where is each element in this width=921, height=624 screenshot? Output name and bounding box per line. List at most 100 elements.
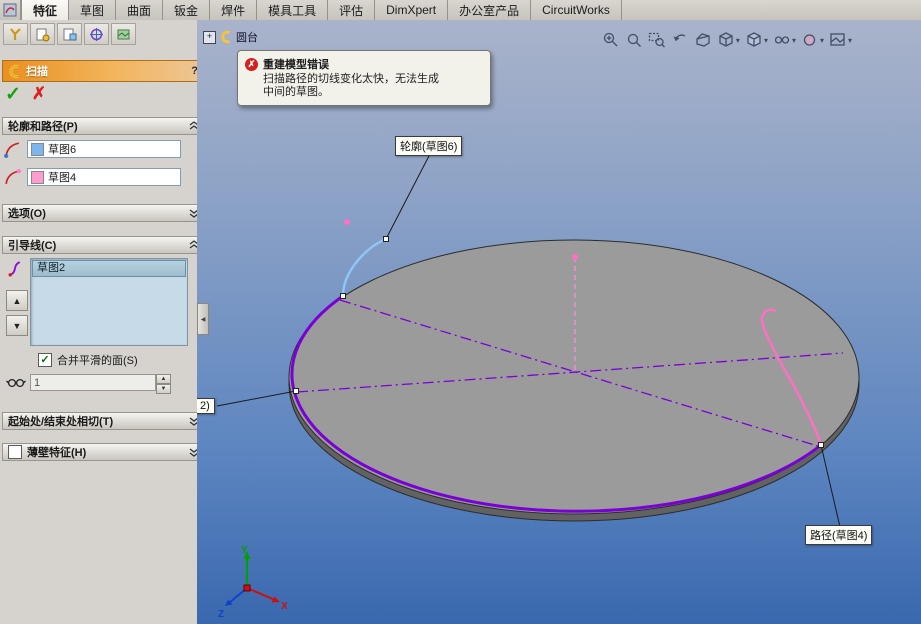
merge-smooth-faces-checkbox[interactable]: ✓: [38, 353, 52, 367]
section-view-icon[interactable]: [693, 30, 713, 50]
tree-expand-icon[interactable]: +: [203, 30, 216, 44]
flyout-tree-item[interactable]: + 圆台: [203, 29, 258, 45]
up-arrow-icon: ▲: [12, 295, 22, 306]
tab-weldments[interactable]: 焊件: [210, 0, 258, 20]
panel-collapse-handle[interactable]: ◀: [197, 303, 209, 335]
callout-profile[interactable]: 轮廓(草图6): [395, 136, 463, 156]
sketch-point[interactable]: [344, 219, 350, 225]
caret-down-icon: ▾: [819, 35, 824, 45]
endpoint-handle[interactable]: [340, 293, 346, 299]
profile-field[interactable]: 草图6: [27, 140, 181, 158]
callout-leader: [820, 444, 841, 528]
error-text-line1: 扫描路径的切线变化太快，无法生成: [263, 73, 439, 85]
zoom-in-icon[interactable]: [601, 30, 621, 50]
dimxpertmanager-tab-icon[interactable]: [84, 23, 109, 45]
zoom-to-fit-icon[interactable]: [624, 30, 644, 50]
tree-item-label: 圆台: [236, 32, 258, 44]
display-style-icon[interactable]: ▾: [744, 30, 769, 50]
thin-feature-checkbox[interactable]: [8, 445, 22, 459]
tab-sketch[interactable]: 草图: [69, 0, 117, 20]
guide-curve-icon: [8, 261, 21, 277]
spinner: ▲ ▼: [156, 374, 171, 394]
rebuild-error-tooltip: ✗ 重建模型错误 扫描路径的切线变化太快，无法生成 中间的草图。: [237, 50, 491, 106]
spin-down-button[interactable]: ▼: [156, 384, 171, 394]
solidworks-window: 特征 草图 曲面 钣金 焊件 模具工具 评估 DimXpert 办公室产品 Ci…: [0, 0, 921, 624]
error-icon: ✗: [245, 57, 258, 71]
heads-up-toolbar: ▾ ▾ ▾ ▾ ▾: [601, 30, 853, 50]
graphics-viewport[interactable]: + 圆台 ✗ 重建模型错误 扫描路径的切线变化太快，无法生成 中间的草图。 ▾ …: [197, 20, 921, 624]
guide-curves-list[interactable]: 草图2: [30, 258, 188, 346]
collapse-left-icon: ◀: [200, 316, 206, 323]
tab-office-products[interactable]: 办公室产品: [448, 0, 532, 20]
section-profile-path[interactable]: 轮廓和路径(P): [2, 117, 205, 135]
propertymanager-tab-icon[interactable]: [30, 23, 55, 45]
tab-sheet-metal[interactable]: 钣金: [163, 0, 211, 20]
sweep-feature-icon: [221, 30, 231, 44]
callout-guide-clipped[interactable]: 2): [197, 398, 215, 414]
error-title: 重建模型错误: [263, 59, 329, 71]
triad-x-label: X: [281, 601, 288, 612]
sweep-path-icon: [5, 168, 21, 184]
caret-down-icon: ▾: [791, 35, 796, 45]
caret-down-icon: ▾: [735, 35, 740, 45]
caret-down-icon: ▾: [763, 35, 768, 45]
ribbon-tab-bar: 特征 草图 曲面 钣金 焊件 模具工具 评估 DimXpert 办公室产品 Ci…: [0, 0, 921, 21]
show-sections-glasses-icon: [6, 378, 26, 388]
move-down-button[interactable]: ▼: [6, 315, 28, 336]
endpoint-handle[interactable]: [383, 236, 389, 242]
sketch-point[interactable]: [572, 254, 578, 260]
triad-z-label: Z: [218, 609, 224, 620]
tab-features[interactable]: 特征: [21, 0, 70, 20]
manager-tab-strip: [3, 23, 136, 45]
path-field[interactable]: 草图4: [27, 168, 181, 186]
apply-scene-icon[interactable]: ▾: [828, 30, 853, 50]
featuremanager-tab-icon[interactable]: [3, 23, 28, 45]
edit-appearance-icon[interactable]: ▾: [800, 30, 825, 50]
section-thin-feature[interactable]: 薄壁特征(H): [2, 443, 205, 461]
callout-leader: [385, 151, 432, 240]
section-thin-feature-label: 薄壁特征(H): [27, 447, 87, 459]
hide-show-items-icon[interactable]: ▾: [772, 30, 797, 50]
check-icon: ✓: [40, 354, 50, 366]
down-arrow-icon: ▼: [12, 320, 22, 331]
sketch-color-chip: [31, 170, 44, 184]
property-manager-panel: 扫描 ? ✓ ✗ 轮廓和路径(P) 草图6 草图4 选项(O) 引导线(C) ▲…: [0, 20, 205, 624]
ok-button[interactable]: ✓: [5, 83, 21, 106]
configurationmanager-tab-icon[interactable]: [57, 23, 82, 45]
tab-surfaces[interactable]: 曲面: [116, 0, 164, 20]
endpoint-handle[interactable]: [818, 442, 824, 448]
caret-down-icon: ▾: [847, 35, 852, 45]
section-options[interactable]: 选项(O): [2, 204, 205, 222]
tab-dimxpert[interactable]: DimXpert: [375, 0, 449, 20]
callout-path[interactable]: 路径(草图4): [805, 525, 873, 545]
tab-evaluate[interactable]: 评估: [328, 0, 376, 20]
section-guide-curves-label: 引导线(C): [8, 240, 57, 252]
displaymanager-tab-icon[interactable]: [111, 23, 136, 45]
profile-field-value: 草图6: [48, 144, 77, 156]
section-guide-curves[interactable]: 引导线(C): [2, 236, 205, 254]
sketch-color-chip: [31, 142, 44, 156]
callout-leader: [216, 390, 297, 407]
section-profile-path-label: 轮廓和路径(P): [8, 121, 78, 133]
tab-circuitworks[interactable]: CircuitWorks: [531, 0, 622, 20]
sweep-icon: [9, 64, 19, 78]
panel-title: 扫描: [26, 66, 48, 78]
cancel-button[interactable]: ✗: [32, 84, 46, 104]
sweep-title-bar: 扫描 ?: [2, 60, 203, 82]
section-start-end-tangency[interactable]: 起始处/结束处相切(T): [2, 412, 205, 430]
move-up-button[interactable]: ▲: [6, 290, 28, 311]
path-row: 草图4: [3, 166, 181, 188]
merge-smooth-faces-label: 合并平滑的面(S): [57, 355, 138, 367]
endpoint-handle[interactable]: [293, 388, 299, 394]
confirm-row: ✓ ✗: [5, 82, 46, 106]
zoom-to-area-icon[interactable]: [647, 30, 667, 50]
tab-mold-tools[interactable]: 模具工具: [257, 0, 329, 20]
previous-view-icon[interactable]: [670, 30, 690, 50]
spin-up-button[interactable]: ▲: [156, 374, 171, 384]
section-count-input[interactable]: [30, 374, 156, 391]
app-icon[interactable]: [0, 0, 21, 20]
error-text-line2: 中间的草图。: [263, 86, 329, 98]
section-count-field: ▲ ▼: [30, 374, 171, 394]
view-orientation-icon[interactable]: ▾: [716, 30, 741, 50]
guide-list-item[interactable]: 草图2: [32, 260, 186, 277]
